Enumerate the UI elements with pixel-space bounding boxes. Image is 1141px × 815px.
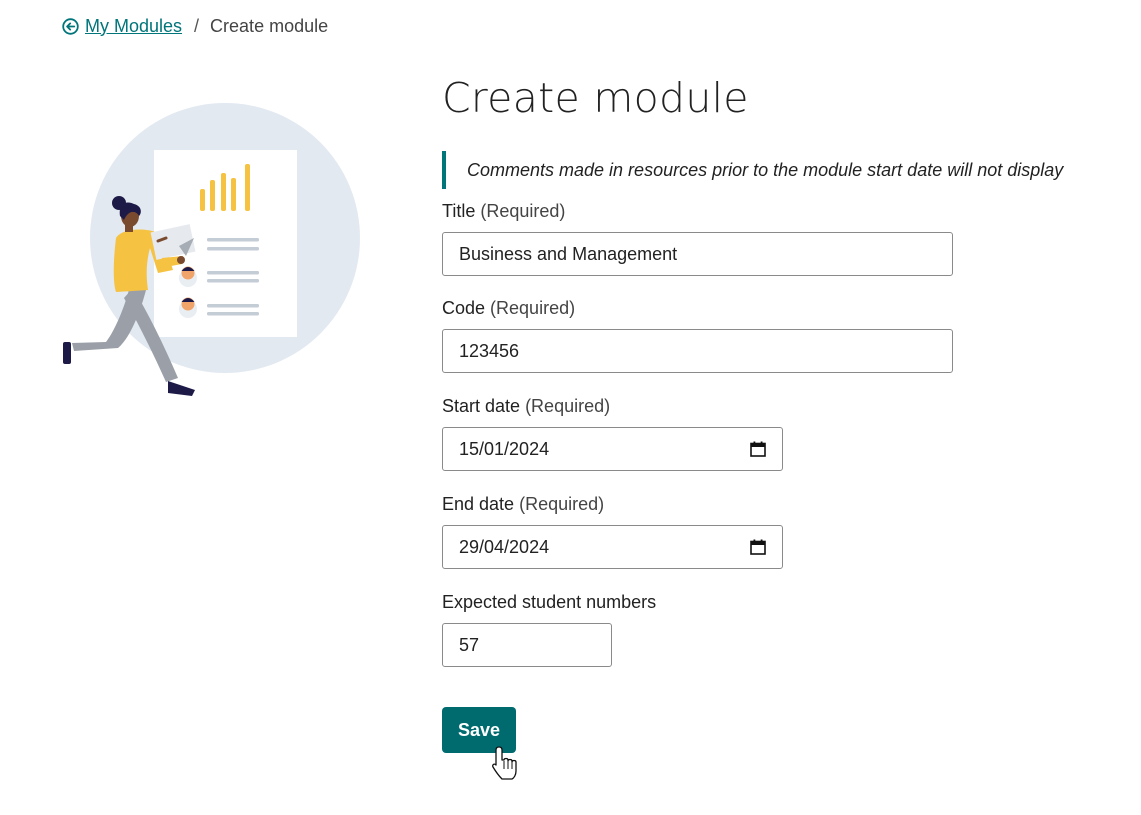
title-label: Title (Required) [442,201,566,221]
breadcrumb-current: Create module [210,15,329,36]
breadcrumb-separator: / [194,15,200,36]
students-input[interactable]: 57 [442,623,612,667]
breadcrumb: My Modules / Create module [62,14,328,38]
info-note: Comments made in resources prior to the … [442,151,1122,189]
my-modules-label[interactable]: My Modules [85,16,182,37]
hand-pointer-icon [492,746,517,780]
my-modules-link[interactable]: My Modules [62,16,182,37]
circle-arrow-left-icon [62,17,79,35]
create-module-form: Create module Comments made in resources… [442,74,1122,667]
module-illustration [63,103,360,396]
start-date-label: Start date (Required) [442,396,611,416]
calendar-icon[interactable] [750,539,766,555]
start-date-input[interactable]: 15/01/2024 [442,427,783,471]
code-label: Code (Required) [442,298,576,318]
end-date-label: End date (Required) [442,494,605,514]
title-input[interactable]: Business and Management [442,232,953,276]
page-title: Create module [442,74,749,122]
calendar-icon[interactable] [750,441,766,457]
end-date-input[interactable]: 29/04/2024 [442,525,783,569]
code-input[interactable]: 123456 [442,329,953,373]
students-label: Expected student numbers [442,592,657,612]
